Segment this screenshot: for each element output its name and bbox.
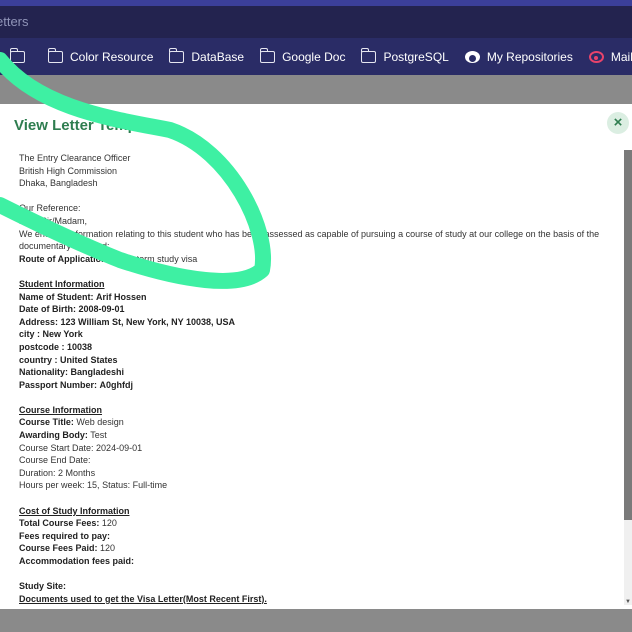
intro-paragraph: We enclose information relating to this … [19,228,600,252]
bookmark-label: Google Doc [282,49,346,64]
modal-title: View Letter Template [14,117,163,134]
close-icon: × [613,114,623,131]
route-of-application: Route of Application: Short-term study v… [19,253,198,264]
bookmark-color-resource[interactable]: Color Resource [47,47,154,64]
letter-body: The Entry Clearance Officer British High… [19,152,609,605]
hours-per-week: 15, [87,480,100,491]
scroll-down-arrow-icon[interactable]: ▼ [624,599,632,605]
bookmark-mailgun[interactable]: Mailgun [588,49,632,64]
course-fees-paid: 120 [100,543,116,554]
salutation: Dear Sir/Madam, [19,215,88,226]
documents-heading: Documents used to get the Visa Letter(Mo… [19,593,267,604]
address-line: Dhaka, Bangladesh [19,178,98,189]
bookmark-label: Mailgun [610,49,632,64]
student-address: 123 William St, New York, NY 10038, USA [60,316,236,327]
bookmark-postgresql[interactable]: PostgreSQL [360,47,449,64]
course-start-date: 2024-09-01 [96,442,143,453]
bookmark-label: PostgreSQL [383,49,449,64]
bookmark-label: DataBase [191,49,245,64]
bookmarks-bar: Color Resource DataBase Google Doc Postg… [0,38,632,75]
student-postcode: 10038 [67,341,93,352]
bookmark-google-doc[interactable]: Google Doc [259,47,346,64]
folder-icon [360,47,377,63]
study-site-label: Study Site: [19,581,67,592]
letter-template-modal: View Letter Template × The Entry Clearan… [0,104,632,609]
our-reference: Our Reference: [19,203,81,214]
cost-heading: Cost of Study Information [19,505,130,516]
modal-scrollbar-thumb[interactable] [624,150,632,520]
window-titlebar: etters [0,6,632,38]
folder-icon [168,47,185,63]
total-course-fees: 120 [101,518,117,529]
student-name: Arif Hossen [96,291,147,302]
folder-icon [259,47,276,63]
bookmark-database[interactable]: DataBase [168,47,245,64]
close-button[interactable]: × [607,112,629,134]
bookmark-my-repositories[interactable]: My Repositories [464,49,573,64]
address-line: The Entry Clearance Officer [19,153,131,163]
bookmark-folder[interactable] [9,47,32,63]
window-title: etters [0,14,29,29]
student-passport: A0ghfdj [99,379,134,390]
github-icon [464,50,480,63]
page-backdrop [0,75,632,105]
course-duration: 2 Months [58,467,96,478]
page-backdrop-bottom [0,609,632,632]
student-country: United States [60,354,118,365]
student-nationality: Bangladeshi [70,367,125,378]
bookmark-label: Color Resource [70,49,154,64]
mailgun-icon [588,50,604,63]
awarding-body: Test [90,430,107,441]
folder-icon [47,47,63,63]
course-heading: Course Information [19,404,103,415]
student-dob: 2008-09-01 [78,304,125,315]
course-title: Web design [76,417,124,428]
folder-icon [9,47,25,63]
address-line: British High Commission [19,165,118,176]
bookmark-label: My Repositories [486,49,573,64]
course-status: Full-time [132,480,168,491]
student-heading: Student Information [19,278,105,289]
student-city: New York [42,329,83,340]
